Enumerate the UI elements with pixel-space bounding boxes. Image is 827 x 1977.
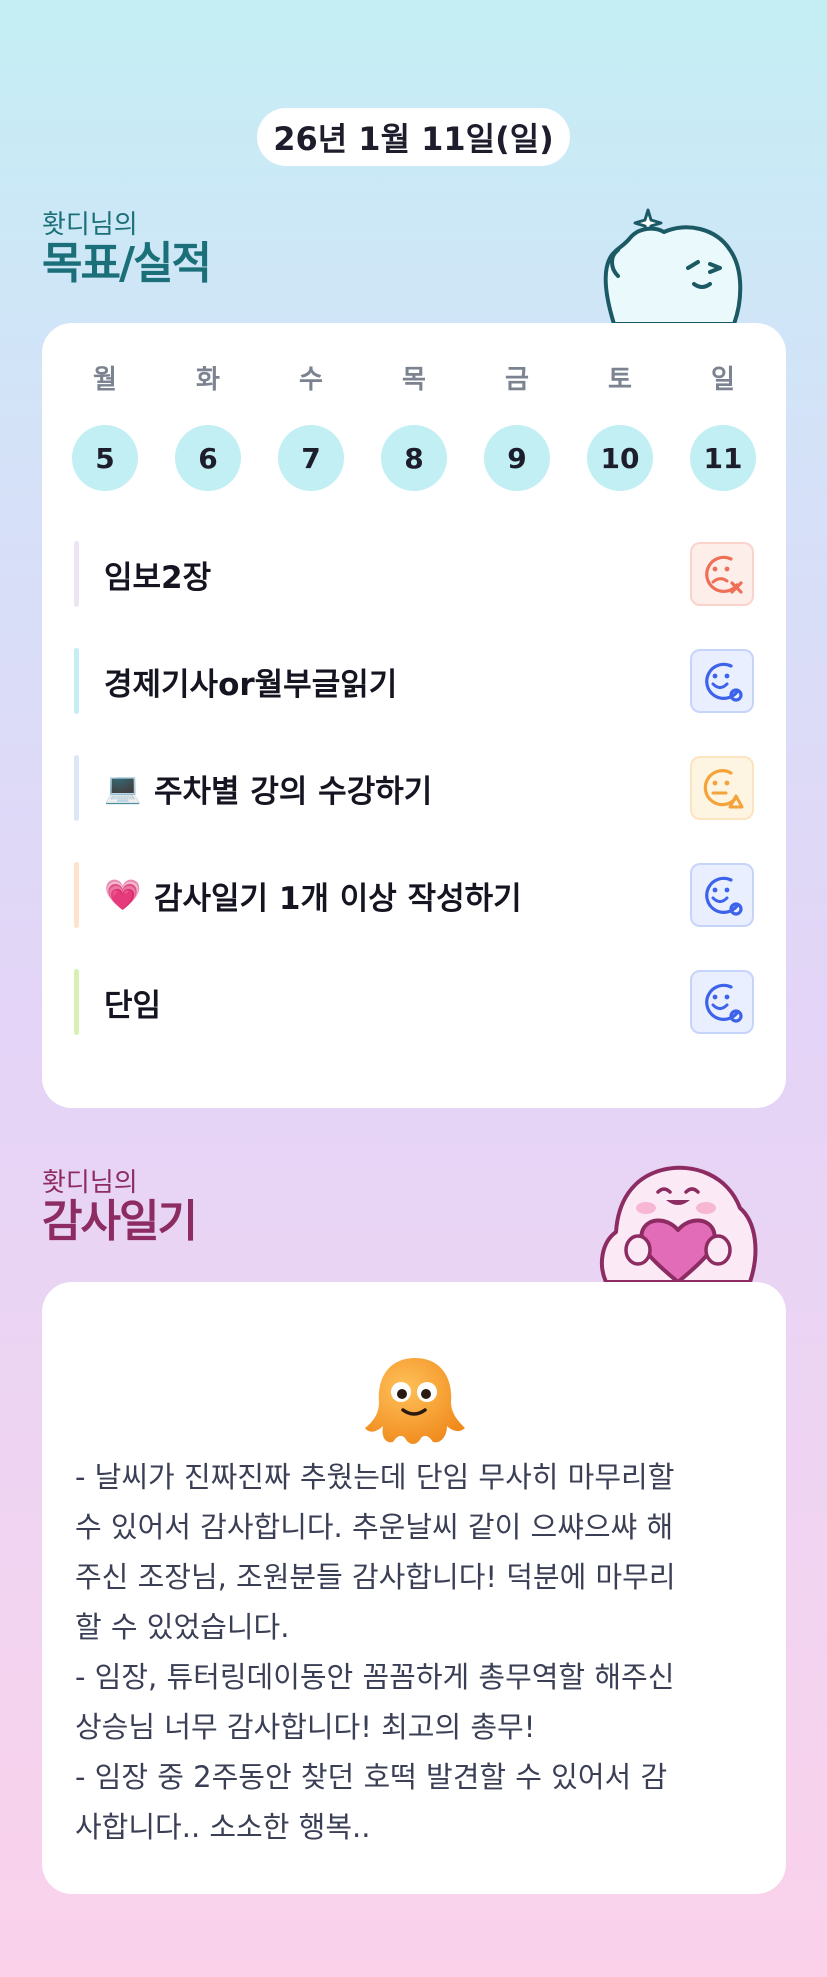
status-partial-button[interactable] [690,756,754,820]
neutral-face-triangle-icon [703,769,744,809]
goal-accent-bar [74,648,79,714]
goal-item[interactable]: 경제기사or월부글읽기 [74,648,754,714]
day-column[interactable]: 수 7 [278,363,344,491]
goals-card: 월 5 화 6 수 7 목 8 금 9 토 10 일 11 임보2장 경제기사o… [42,323,786,1108]
octopus-mascot-icon [365,1358,465,1444]
status-done-button[interactable] [690,970,754,1034]
day-column[interactable]: 일 11 [690,363,756,491]
goal-label: 임보2장 [104,559,212,596]
goal-label: 경제기사or월부글읽기 [104,666,398,703]
day-number[interactable]: 8 [381,425,447,491]
smile-face-check-icon [705,662,743,702]
smile-face-check-icon [705,983,743,1023]
status-failed-button[interactable] [690,542,754,606]
goal-accent-bar [74,862,79,928]
mascot-heart-icon [599,1165,758,1282]
laptop-icon: 💻 [104,770,142,806]
day-column[interactable]: 화 6 [175,363,241,491]
mascot-pointing-icon [603,208,743,324]
day-number[interactable]: 10 [587,425,653,491]
goals-section-title: 홧디님의 목표/실적 [42,210,212,289]
weekday-label: 일 [711,365,735,395]
smile-face-check-icon [705,876,743,916]
weekday-label: 화 [196,365,220,395]
goal-item[interactable]: 💻 주차별 강의 수강하기 [74,755,754,821]
sad-face-x-icon [705,555,743,594]
weekday-label: 토 [608,365,632,395]
diary-section-title: 홧디님의 감사일기 [42,1168,198,1247]
day-number[interactable]: 7 [278,425,344,491]
status-done-button[interactable] [690,649,754,713]
week-strip: 월 5 화 6 수 7 목 8 금 9 토 10 일 11 [72,363,756,491]
goal-accent-bar [74,969,79,1035]
day-number[interactable]: 5 [72,425,138,491]
day-number[interactable]: 9 [484,425,550,491]
heart-icon: 💗 [104,877,142,913]
diary-owner-label: 홧디님의 [42,1168,138,1198]
diary-title-label: 감사일기 [42,1196,198,1247]
goal-accent-bar [74,755,79,821]
goal-accent-bar [74,541,79,607]
weekday-label: 목 [402,365,426,395]
day-column[interactable]: 토 10 [587,363,653,491]
day-number[interactable]: 11 [690,425,756,491]
goal-label: 단임 [104,987,162,1024]
weekday-label: 금 [505,365,529,395]
day-number[interactable]: 6 [175,425,241,491]
day-column[interactable]: 월 5 [72,363,138,491]
goal-label: 주차별 강의 수강하기 [154,773,433,810]
diary-entry-text: - 날씨가 진짜진짜 추웠는데 단임 무사히 마무리할 수 있어서 감사합니다.… [75,1460,676,1844]
weekday-label: 수 [299,365,323,395]
date-pill: 26년 1월 11일(일) [257,108,570,166]
weekday-label: 월 [93,365,117,395]
goals-owner-label: 홧디님의 [42,210,138,240]
goal-label: 감사일기 1개 이상 작성하기 [154,880,522,917]
goal-item[interactable]: 단임 [74,969,754,1035]
diary-card: - 날씨가 진짜진짜 추웠는데 단임 무사히 마무리할 수 있어서 감사합니다.… [42,1282,786,1894]
status-done-button[interactable] [690,863,754,927]
goal-item[interactable]: 💗 감사일기 1개 이상 작성하기 [74,862,754,928]
day-column[interactable]: 금 9 [484,363,550,491]
day-column[interactable]: 목 8 [381,363,447,491]
goal-item[interactable]: 임보2장 [74,541,754,607]
goals-title-label: 목표/실적 [42,238,212,289]
